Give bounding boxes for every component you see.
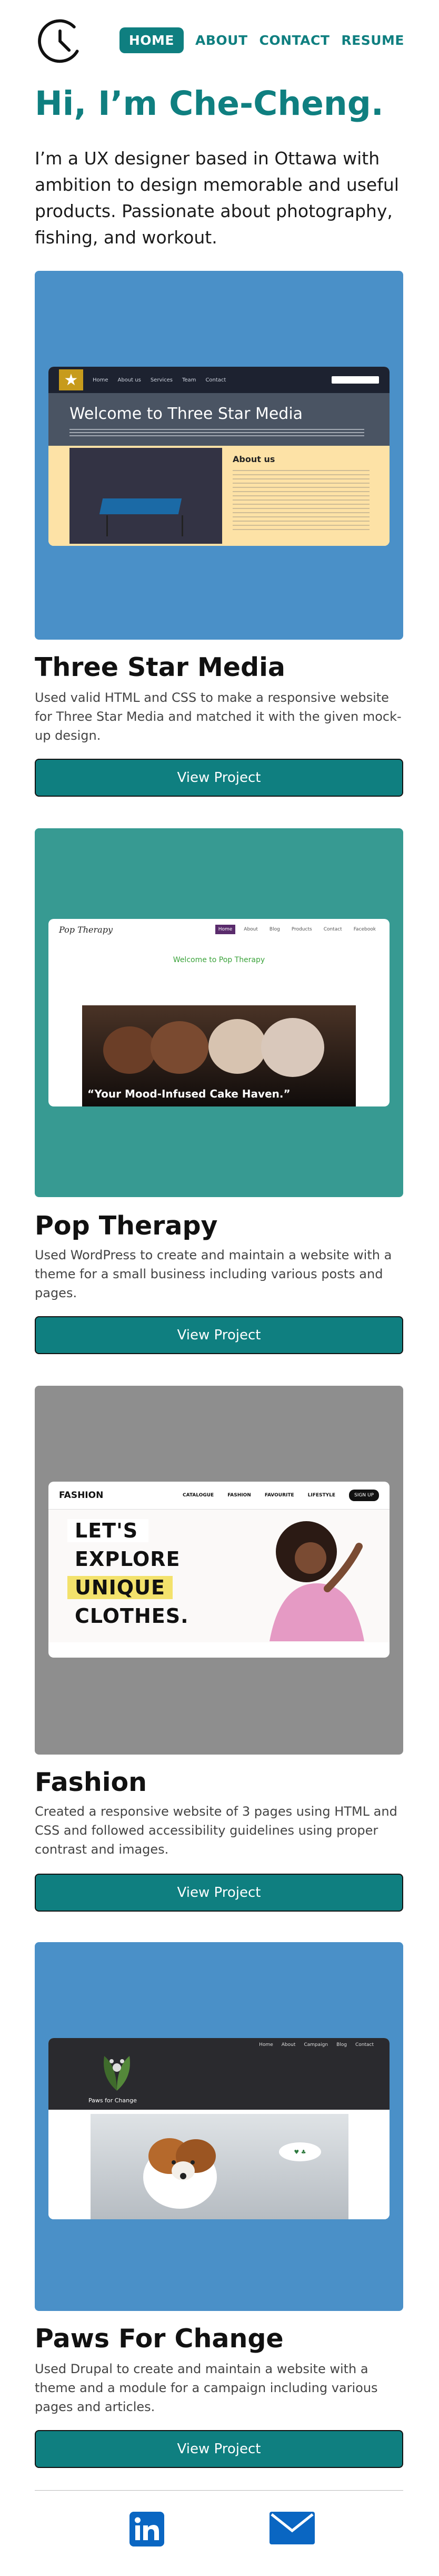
site-header: HOME ABOUT CONTACT RESUME bbox=[0, 0, 439, 84]
mock-hero: Welcome to Three Star Media bbox=[48, 393, 390, 446]
mock-header: Home About Campaign Blog Contact Paws for Ch… bbox=[48, 2038, 390, 2110]
project-description: Used Drupal to create and maintain a web… bbox=[35, 2362, 378, 2414]
main-nav: HOME ABOUT CONTACT RESUME bbox=[119, 27, 404, 53]
mock-body: ♥ ♣ bbox=[48, 2110, 390, 2219]
view-project-button[interactable]: View Project bbox=[35, 1316, 403, 1354]
project-description: Used valid HTML and CSS to make a respon… bbox=[35, 690, 402, 743]
nav-home[interactable]: HOME bbox=[119, 27, 184, 53]
project-description: Used WordPress to create and maintain a … bbox=[35, 1248, 392, 1300]
project-title: Three Star Media bbox=[35, 652, 285, 682]
svg-text:♥ ♣: ♥ ♣ bbox=[294, 2149, 306, 2156]
mock-page-title: Paws for Change bbox=[88, 2097, 137, 2104]
view-project-button[interactable]: View Project bbox=[35, 1874, 403, 1912]
project-fashion: FASHION CATALOGUE FASHION FAVOURITE LIFE… bbox=[35, 1386, 403, 1912]
project-paws-for-change: Home About Campaign Blog Contact Paws for Ch… bbox=[35, 1942, 403, 2468]
project-description: Created a responsive website of 3 pages … bbox=[35, 1804, 397, 1857]
three-star-screenshot: ★ Home About us Services Team Contact Welcom… bbox=[48, 367, 390, 546]
nav-about[interactable]: ABOUT bbox=[195, 33, 248, 48]
model-photo bbox=[270, 1521, 364, 1641]
hero-title: Hi, I’m Che-Cheng. bbox=[35, 84, 384, 123]
project-card-image[interactable]: ★ Home About us Services Team Contact Welcom… bbox=[35, 271, 403, 640]
mail-icon[interactable] bbox=[270, 2512, 315, 2544]
nav-resume[interactable]: RESUME bbox=[341, 33, 404, 48]
mock-brand: Pop Therapy bbox=[59, 924, 113, 935]
mock-search bbox=[332, 376, 379, 384]
mock-welcome: Welcome to Pop Therapy bbox=[173, 956, 265, 964]
mock-about-heading: About us bbox=[233, 454, 275, 464]
mock-hero: LET'S EXPLORE UNIQUE CLOTHES. bbox=[48, 1510, 390, 1642]
project-three-star-media: ★ Home About us Services Team Contact Welcom… bbox=[35, 271, 403, 797]
project-title: Fashion bbox=[35, 1767, 147, 1797]
mock-navbar: FASHION CATALOGUE FASHION FAVOURITE LIFE… bbox=[48, 1482, 390, 1510]
footer-divider bbox=[35, 2490, 403, 2491]
puppy-photo: ♥ ♣ bbox=[91, 2114, 348, 2219]
mock-navbar: Pop Therapy Home About Blog Products Contact… bbox=[59, 924, 376, 935]
project-title: Pop Therapy bbox=[35, 1211, 218, 1241]
view-project-button[interactable]: View Project bbox=[35, 759, 403, 797]
project-card-image[interactable]: Pop Therapy Home About Blog Products Contact… bbox=[35, 828, 403, 1197]
project-card-image[interactable]: FASHION CATALOGUE FASHION FAVOURITE LIFE… bbox=[35, 1386, 403, 1755]
project-pop-therapy: Pop Therapy Home About Blog Products Contact… bbox=[35, 828, 403, 1354]
linkedin-icon[interactable] bbox=[129, 2512, 164, 2546]
cake-photo: “Your Mood-Infused Cake Haven.” bbox=[82, 1005, 356, 1106]
paws-screenshot: Home About Campaign Blog Contact Paws for Ch… bbox=[48, 2038, 390, 2219]
project-title: Paws For Change bbox=[35, 2324, 284, 2354]
leaf-paw-logo-icon bbox=[104, 2056, 130, 2091]
mock-brand: FASHION bbox=[59, 1490, 104, 1501]
hero-intro: I’m a UX designer based in Ottawa with a… bbox=[35, 148, 399, 248]
nav-contact[interactable]: CONTACT bbox=[260, 33, 330, 48]
mock-navbar: ★ Home About us Services Team Contact bbox=[48, 367, 390, 393]
fashion-screenshot: FASHION CATALOGUE FASHION FAVOURITE LIFE… bbox=[48, 1482, 390, 1658]
mock-about-section: About us bbox=[48, 446, 390, 546]
logo-icon[interactable] bbox=[35, 16, 85, 66]
view-project-button[interactable]: View Project bbox=[35, 2430, 403, 2468]
star-logo-icon: ★ bbox=[59, 369, 83, 390]
ping-pong-photo bbox=[69, 448, 222, 544]
mock-hero-title: Welcome to Three Star Media bbox=[69, 405, 303, 423]
pop-therapy-screenshot: Pop Therapy Home About Blog Products Contact… bbox=[48, 919, 390, 1106]
project-card-image[interactable]: Home About Campaign Blog Contact Paws for Ch… bbox=[35, 1942, 403, 2311]
mock-quote: “Your Mood-Infused Cake Haven.” bbox=[87, 1088, 291, 1100]
